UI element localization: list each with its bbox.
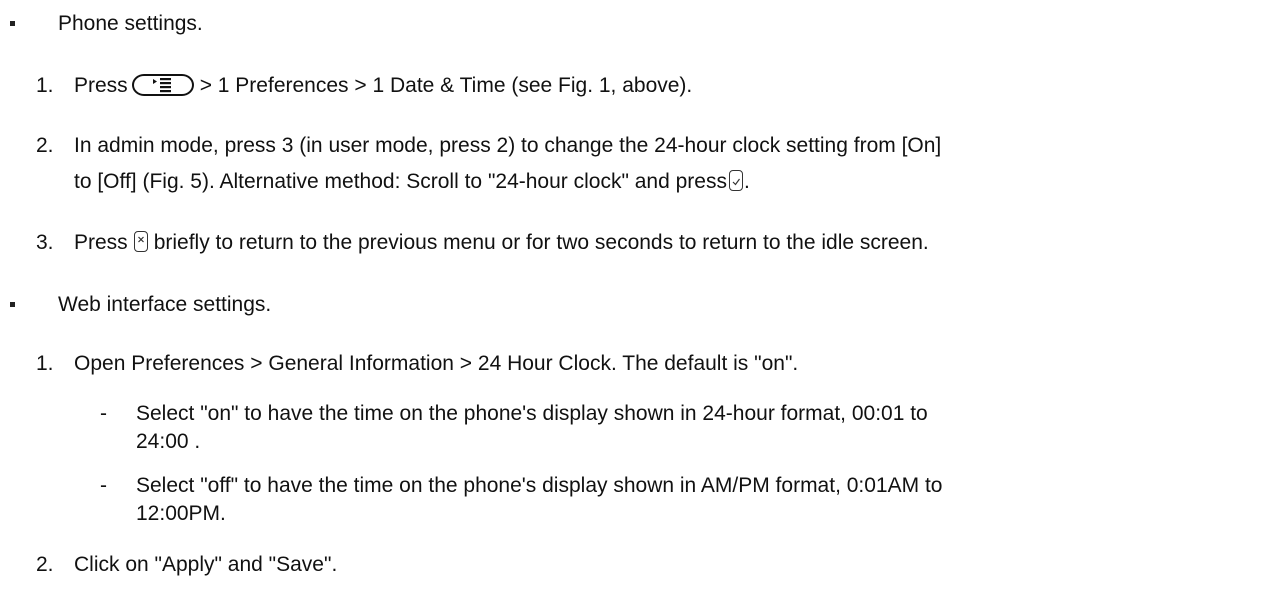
step-text-line2: to [Off] (Fig. 5). Alternative method: S… — [74, 166, 750, 197]
document-page: Phone settings. 1. Press > 1 Preferences … — [0, 0, 1283, 596]
menu-key-icon — [131, 74, 194, 96]
subitem-text-line1: Select "on" to have the time on the phon… — [136, 402, 928, 425]
bullet-marker — [10, 21, 15, 26]
cancel-key-icon — [133, 231, 148, 252]
step-text-suffix: . — [743, 170, 750, 193]
dash-marker: - — [100, 474, 107, 497]
bullet-marker — [10, 302, 15, 307]
step-number: 2. — [36, 134, 54, 157]
menu-path-text: > 1 Preferences > 1 Date & Time (see Fig… — [199, 74, 693, 97]
subitem-text-line2: 12:00PM. — [136, 502, 226, 525]
step-text: Press briefly to return to the previous m… — [74, 227, 929, 258]
step-number: 3. — [36, 231, 54, 254]
step-text-prefix: Press — [74, 231, 128, 254]
step-text-suffix: briefly to return to the previous menu o… — [153, 231, 929, 254]
step-text: Press > 1 Preferences > 1 Date & Time (se… — [74, 70, 692, 101]
section-heading-web-interface-settings: Web interface settings. — [58, 293, 272, 316]
step-number: 2. — [36, 553, 54, 576]
step-number: 1. — [36, 74, 54, 97]
step-text: Click on "Apply" and "Save". — [74, 553, 338, 576]
step-text: Open Preferences > General Information >… — [74, 352, 799, 375]
step-number: 1. — [36, 352, 54, 375]
step-text-prefix: to [Off] (Fig. 5). Alternative method: S… — [74, 170, 727, 193]
section-heading-phone-settings: Phone settings. — [58, 12, 203, 35]
step-text-line1: In admin mode, press 3 (in user mode, pr… — [74, 134, 942, 157]
ok-key-icon — [728, 170, 743, 191]
step-text-prefix: Press — [74, 74, 128, 97]
subitem-text-line2: 24:00 . — [136, 430, 201, 453]
dash-marker: - — [100, 402, 107, 425]
subitem-text-line1: Select "off" to have the time on the pho… — [136, 474, 943, 497]
